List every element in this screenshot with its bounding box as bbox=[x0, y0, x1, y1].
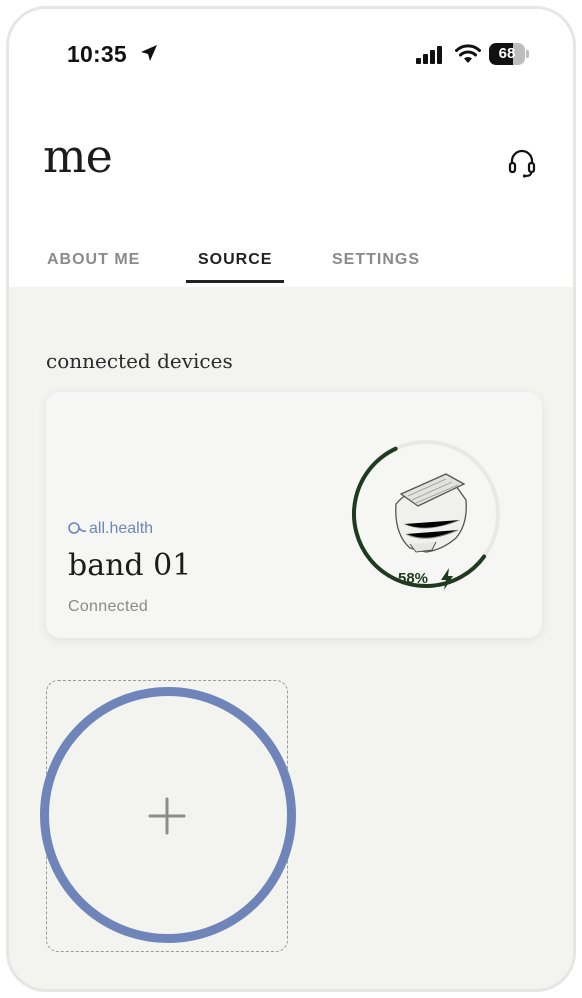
tab-source[interactable]: SOURCE bbox=[198, 251, 272, 269]
location-arrow-icon bbox=[141, 45, 157, 61]
headset-icon[interactable] bbox=[507, 147, 537, 179]
device-name: band 01 bbox=[68, 548, 192, 583]
tab-settings[interactable]: SETTINGS bbox=[332, 251, 420, 269]
tab-bar: ABOUT ME SOURCE SETTINGS bbox=[9, 245, 573, 287]
device-card[interactable]: all.health band 01 Connected 58% bbox=[46, 392, 542, 638]
status-time: 10:35 bbox=[67, 41, 127, 67]
page-title: me bbox=[43, 129, 113, 183]
phone-frame: 10:35 68 me ABOUT ME SOURCE SETTINGS con… bbox=[6, 6, 576, 992]
section-title: connected devices bbox=[46, 349, 233, 373]
charging-bolt-icon bbox=[441, 568, 453, 590]
header-area: 10:35 68 me ABOUT ME SOURCE SETTINGS bbox=[9, 9, 573, 287]
device-brand-label: all.health bbox=[89, 520, 154, 537]
plus-icon[interactable] bbox=[148, 797, 186, 835]
brand-logo-icon bbox=[68, 522, 87, 534]
battery-icon: 68 bbox=[489, 43, 529, 65]
tab-about-me[interactable]: ABOUT ME bbox=[47, 251, 140, 269]
device-battery-percent: 58% bbox=[398, 570, 429, 587]
device-status: Connected bbox=[68, 598, 149, 615]
battery-tip bbox=[526, 50, 529, 58]
band-device-icon bbox=[395, 473, 467, 553]
battery-level-text: 68 bbox=[498, 45, 516, 62]
wifi-icon bbox=[455, 44, 481, 63]
active-tab-indicator bbox=[186, 280, 284, 283]
cellular-signal-icon bbox=[416, 46, 442, 64]
device-brand: all.health bbox=[68, 520, 153, 538]
status-bar: 10:35 68 bbox=[9, 9, 573, 89]
